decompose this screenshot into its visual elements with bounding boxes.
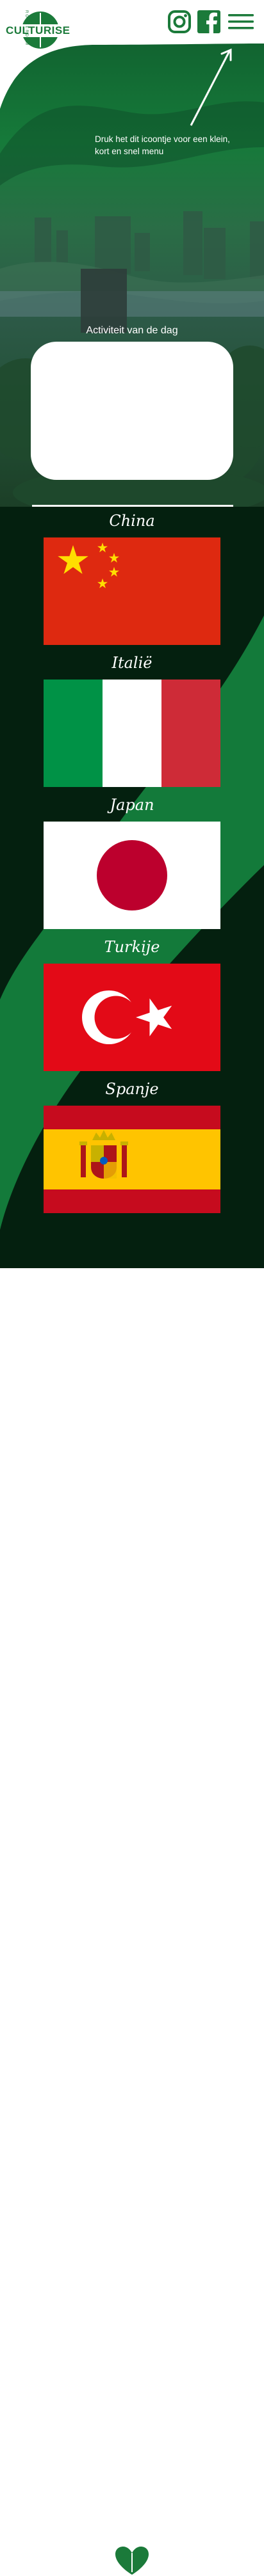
flag-italy[interactable]	[44, 680, 220, 787]
country-label-japan: Japan	[110, 796, 154, 814]
japan-flag-icon	[44, 822, 220, 929]
country-label-italy: Italië	[111, 654, 153, 672]
leaf-heart-icon[interactable]	[115, 2547, 149, 2576]
china-flag-icon	[44, 537, 220, 645]
italy-flag-icon	[44, 680, 220, 787]
menu-tip-text: Druk het dit icoontje voor een klein, ko…	[95, 134, 230, 156]
footer	[0, 1268, 264, 2575]
flag-spain[interactable]	[44, 1106, 220, 1213]
culturise-logo[interactable]: CULTURISE ROTTERDAM	[5, 10, 71, 55]
country-label-china: China	[109, 512, 155, 530]
country-label-turkey: Turkije	[104, 938, 160, 956]
facebook-icon[interactable]	[197, 10, 220, 33]
logo-subtext: ROTTERDAM	[24, 10, 28, 46]
instagram-icon[interactable]	[168, 10, 191, 33]
country-label-spain: Spanje	[105, 1080, 159, 1098]
menu-hamburger-icon[interactable]	[227, 10, 255, 33]
spain-flag-icon	[44, 1106, 220, 1213]
hero-section: CULTURISE ROTTERDAM Druk het dit icoontj…	[0, 0, 264, 507]
activity-title: Activiteit van de dag	[86, 325, 178, 336]
logo-text: CULTURISE	[5, 24, 71, 37]
flag-china[interactable]	[44, 537, 220, 645]
flag-japan[interactable]	[44, 822, 220, 929]
activity-card[interactable]	[31, 342, 233, 480]
flag-turkey[interactable]	[44, 964, 220, 1071]
countries-section: China Italië Japan Turkije Spanje	[0, 507, 264, 1268]
turkey-flag-icon	[44, 964, 220, 1071]
